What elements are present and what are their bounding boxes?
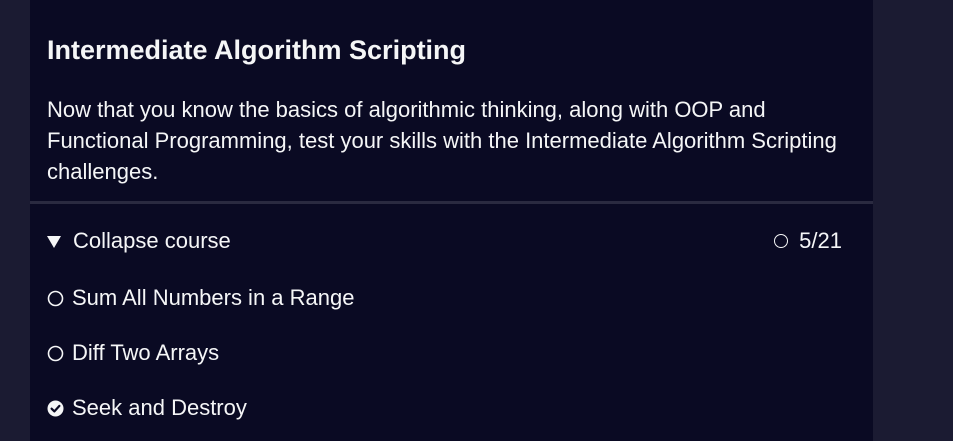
superblock-panel: Intermediate Algorithm Scripting Now tha…: [30, 0, 873, 441]
challenge-title: Seek and Destroy: [72, 395, 247, 420]
circle-outline-icon: [47, 345, 64, 362]
challenge-title: Sum All Numbers in a Range: [72, 285, 355, 310]
progress-count: 5/21: [799, 228, 842, 253]
challenge-item[interactable]: Seek and Destroy: [30, 393, 873, 441]
challenge-list: Sum All Numbers in a Range Diff Two Arra…: [30, 283, 873, 441]
check-circle-icon: [47, 400, 64, 417]
course-toggle-row: Collapse course 5/21: [30, 216, 873, 268]
challenge-item[interactable]: Sum All Numbers in a Range: [30, 283, 873, 338]
superblock-header: Intermediate Algorithm Scripting Now tha…: [30, 0, 873, 204]
superblock-intro: Now that you know the basics of algorith…: [47, 97, 837, 184]
challenge-item[interactable]: Diff Two Arrays: [30, 338, 873, 393]
collapse-course-button[interactable]: Collapse course: [47, 226, 231, 256]
circle-outline-icon: [47, 290, 64, 307]
page: Intermediate Algorithm Scripting Now tha…: [0, 0, 953, 441]
superblock-title: Intermediate Algorithm Scripting: [47, 35, 467, 65]
collapse-course-label: Collapse course: [73, 228, 231, 253]
triangle-down-icon: [47, 236, 61, 248]
challenge-title: Diff Two Arrays: [72, 340, 220, 365]
course-progress: 5/21: [774, 226, 842, 256]
circle-outline-icon: [774, 234, 789, 248]
